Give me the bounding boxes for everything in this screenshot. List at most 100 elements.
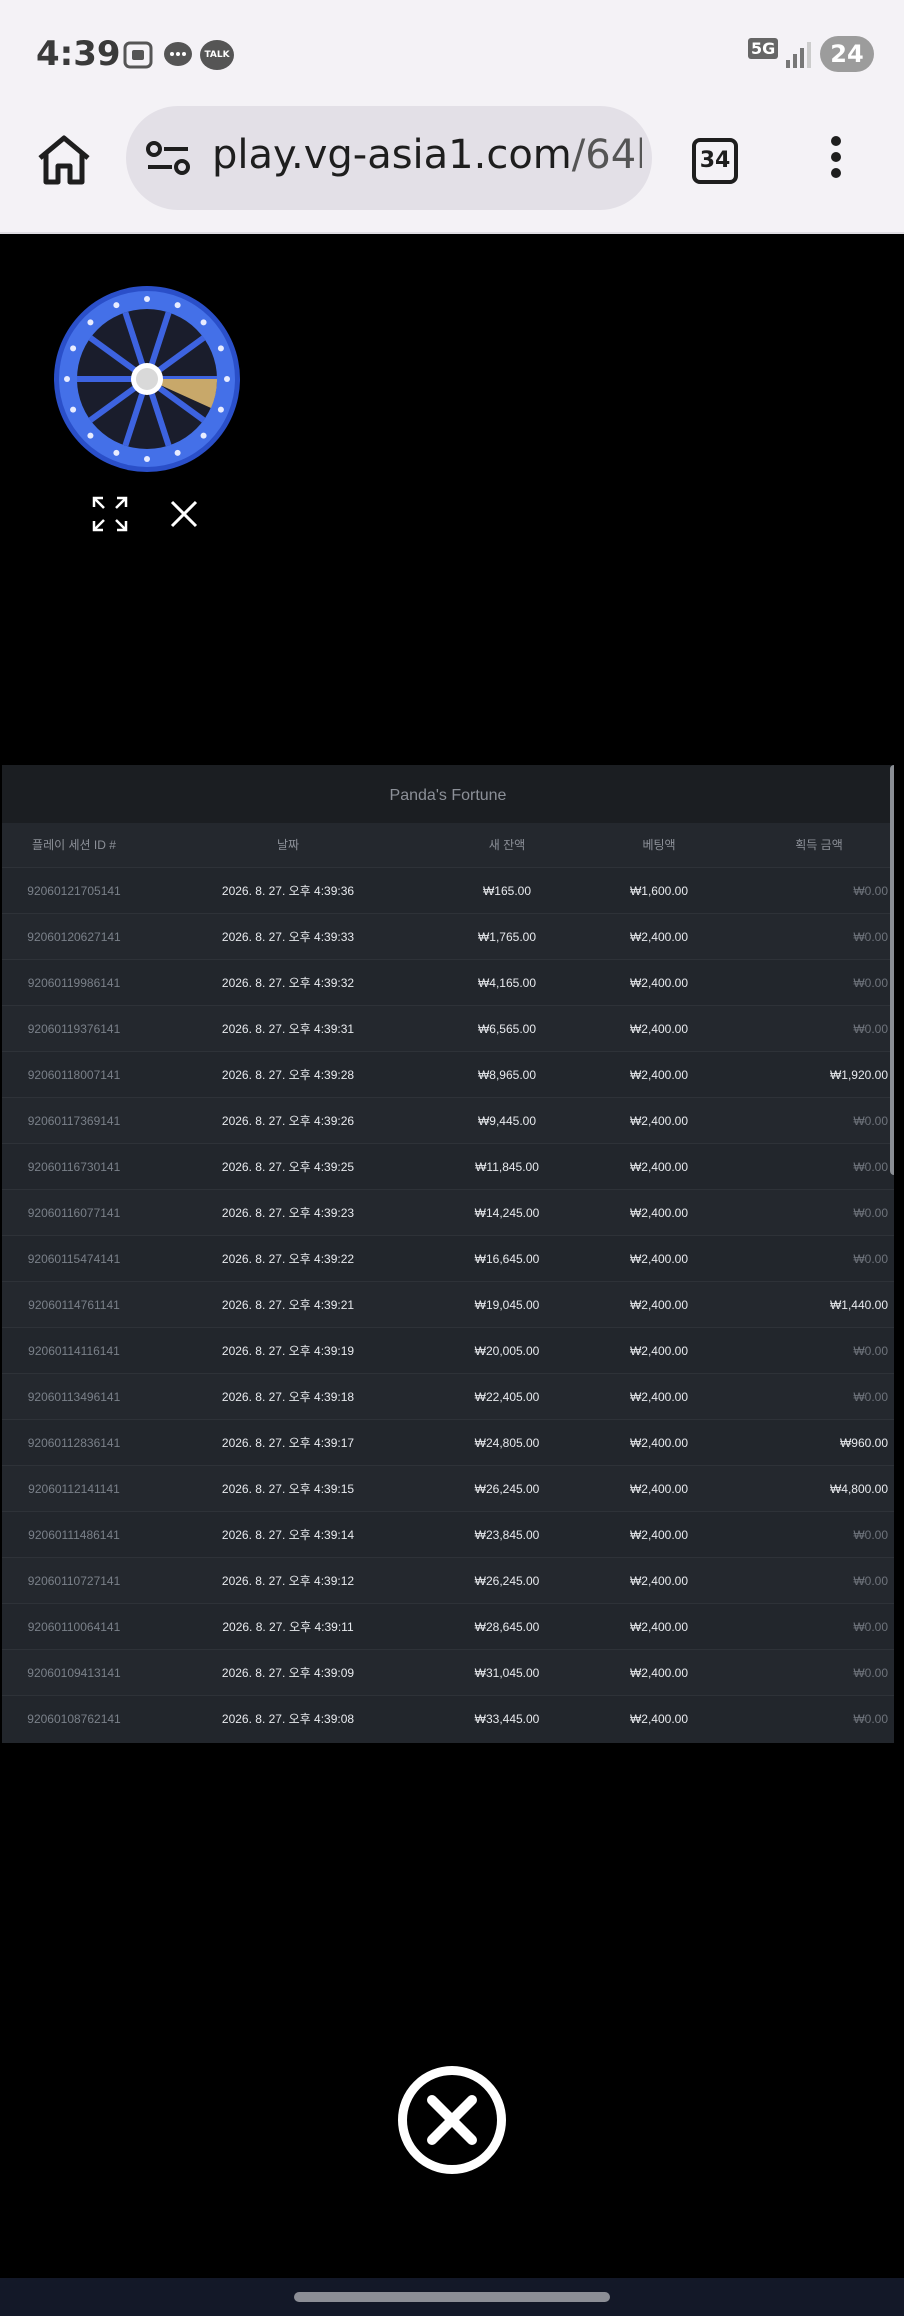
session-id-cell: 92060119986141: [27, 976, 121, 990]
session-id-cell: 92060119376141: [27, 1022, 121, 1036]
session-id-cell: 92060112141141: [28, 1482, 120, 1496]
table-row: 92060112141141 2026. 8. 27. 오후 4:39:15 ₩26…: [2, 1465, 894, 1511]
fullscreen-icon[interactable]: [92, 496, 128, 532]
bet-cell: ₩2,400.00: [629, 1390, 689, 1404]
header-new-balance: 새 잔액: [488, 838, 526, 852]
header-session-id: 플레이 세션 ID #: [32, 838, 116, 852]
balance-cell: ₩26,245.00: [474, 1574, 540, 1588]
date-cell: 2026. 8. 27. 오후 4:39:21: [221, 1298, 355, 1312]
session-id-cell: 92060113496141: [27, 1390, 121, 1404]
win-cell: ₩0.00: [853, 1114, 888, 1128]
session-id-cell: 92060120627141: [27, 930, 121, 944]
session-id-cell: 92060111486141: [28, 1528, 120, 1542]
home-icon[interactable]: [34, 130, 94, 190]
table-row: 92060119376141 2026. 8. 27. 오후 4:39:31 ₩6,…: [2, 1005, 894, 1051]
history-title: Panda's Fortune: [2, 765, 894, 823]
screenshot-icon: [123, 41, 153, 69]
win-cell: ₩1,440.00: [829, 1298, 888, 1312]
session-id-cell: 92060110727141: [27, 1574, 121, 1588]
win-cell: ₩0.00: [853, 1574, 888, 1588]
signal-icon: [786, 42, 811, 68]
table-row: 92060112836141 2026. 8. 27. 오후 4:39:17 ₩24…: [2, 1419, 894, 1465]
battery-level: 24: [820, 36, 874, 72]
url-host: play.vg-asia1.com: [212, 132, 572, 178]
kakaotalk-icon: TALK: [200, 40, 234, 70]
bet-cell: ₩2,400.00: [629, 1528, 689, 1542]
wheel-icon[interactable]: [52, 284, 242, 474]
url-path: /64b: [571, 132, 642, 178]
win-cell: ₩1,920.00: [829, 1068, 888, 1082]
balance-cell: ₩11,845.00: [475, 1160, 539, 1174]
win-cell: ₩960.00: [839, 1436, 888, 1450]
balance-cell: ₩6,565.00: [477, 1022, 537, 1036]
date-cell: 2026. 8. 27. 오후 4:39:31: [221, 1022, 355, 1036]
table-row: 92060114761141 2026. 8. 27. 오후 4:39:21 ₩19…: [2, 1281, 894, 1327]
win-cell: ₩0.00: [853, 1206, 888, 1220]
system-nav-bar: [0, 2278, 904, 2316]
bet-cell: ₩2,400.00: [629, 1298, 689, 1312]
message-icon: [164, 42, 192, 66]
session-id-cell: 92060114761141: [28, 1298, 120, 1312]
url-text[interactable]: play.vg-asia1.com/64b: [212, 132, 642, 178]
date-cell: 2026. 8. 27. 오후 4:39:33: [221, 930, 355, 944]
scrollbar[interactable]: [890, 765, 894, 1175]
session-id-cell: 92060115474141: [27, 1252, 121, 1266]
browser-toolbar: play.vg-asia1.com/64b 34: [0, 100, 904, 234]
status-bar: 4:39 TALK 5G 24: [0, 0, 904, 100]
close-circle-icon[interactable]: [398, 2066, 506, 2174]
balance-cell: ₩28,645.00: [474, 1620, 540, 1634]
balance-cell: ₩24,805.00: [474, 1436, 540, 1450]
bet-cell: ₩2,400.00: [629, 930, 689, 944]
bet-cell: ₩2,400.00: [629, 1712, 689, 1726]
site-settings-icon[interactable]: [146, 140, 190, 176]
address-bar[interactable]: play.vg-asia1.com/64b: [126, 106, 652, 210]
session-id-cell: 92060114116141: [28, 1344, 120, 1358]
session-id-cell: 92060118007141: [27, 1068, 121, 1082]
balance-cell: ₩8,965.00: [477, 1068, 537, 1082]
header-win: 획득 금액: [795, 838, 843, 852]
date-cell: 2026. 8. 27. 오후 4:39:19: [221, 1344, 355, 1358]
win-cell: ₩0.00: [853, 1712, 888, 1726]
date-cell: 2026. 8. 27. 오후 4:39:26: [221, 1114, 355, 1128]
close-icon[interactable]: [168, 498, 200, 530]
network-type: 5G: [748, 38, 779, 59]
win-cell: ₩0.00: [853, 884, 888, 898]
bet-cell: ₩2,400.00: [629, 1206, 689, 1220]
table-header: 플레이 세션 ID # 날짜 새 잔액 베팅액 획득 금액: [2, 823, 894, 867]
tab-switcher-button[interactable]: 34: [692, 138, 738, 184]
date-cell: 2026. 8. 27. 오후 4:39:18: [221, 1390, 355, 1404]
date-cell: 2026. 8. 27. 오후 4:39:36: [221, 884, 355, 898]
header-date: 날짜: [276, 838, 300, 852]
balance-cell: ₩23,845.00: [474, 1528, 540, 1542]
balance-cell: ₩4,165.00: [477, 976, 537, 990]
date-cell: 2026. 8. 27. 오후 4:39:28: [221, 1068, 355, 1082]
header-bet: 베팅액: [642, 838, 676, 852]
date-cell: 2026. 8. 27. 오후 4:39:09: [221, 1666, 355, 1680]
table-row: 92060119986141 2026. 8. 27. 오후 4:39:32 ₩4,…: [2, 959, 894, 1005]
table-row: 92060114116141 2026. 8. 27. 오후 4:39:19 ₩20…: [2, 1327, 894, 1373]
table-row: 92060115474141 2026. 8. 27. 오후 4:39:22 ₩16…: [2, 1235, 894, 1281]
table-row: 92060110064141 2026. 8. 27. 오후 4:39:11 ₩28…: [2, 1603, 894, 1649]
date-cell: 2026. 8. 27. 오후 4:39:08: [221, 1712, 355, 1726]
home-gesture-handle[interactable]: [294, 2292, 610, 2302]
session-id-cell: 92060121705141: [27, 884, 121, 898]
bet-cell: ₩1,600.00: [629, 884, 689, 898]
bet-cell: ₩2,400.00: [629, 1068, 689, 1082]
session-id-cell: 92060112836141: [27, 1436, 121, 1450]
balance-cell: ₩22,405.00: [474, 1390, 540, 1404]
bet-cell: ₩2,400.00: [629, 1574, 689, 1588]
win-cell: ₩0.00: [853, 1344, 888, 1358]
session-id-cell: 92060116077141: [27, 1206, 121, 1220]
more-menu-icon[interactable]: [826, 136, 846, 186]
date-cell: 2026. 8. 27. 오후 4:39:14: [221, 1528, 355, 1542]
win-cell: ₩0.00: [853, 1666, 888, 1680]
bet-cell: ₩2,400.00: [629, 976, 689, 990]
table-row: 92060117369141 2026. 8. 27. 오후 4:39:26 ₩9,…: [2, 1097, 894, 1143]
bet-cell: ₩2,400.00: [629, 1344, 689, 1358]
win-cell: ₩0.00: [853, 930, 888, 944]
bet-cell: ₩2,400.00: [629, 1666, 689, 1680]
session-id-cell: 92060116730141: [27, 1160, 121, 1174]
table-row: 92060113496141 2026. 8. 27. 오후 4:39:18 ₩22…: [2, 1373, 894, 1419]
session-id-cell: 92060110064141: [27, 1620, 121, 1634]
win-cell: ₩0.00: [853, 976, 888, 990]
